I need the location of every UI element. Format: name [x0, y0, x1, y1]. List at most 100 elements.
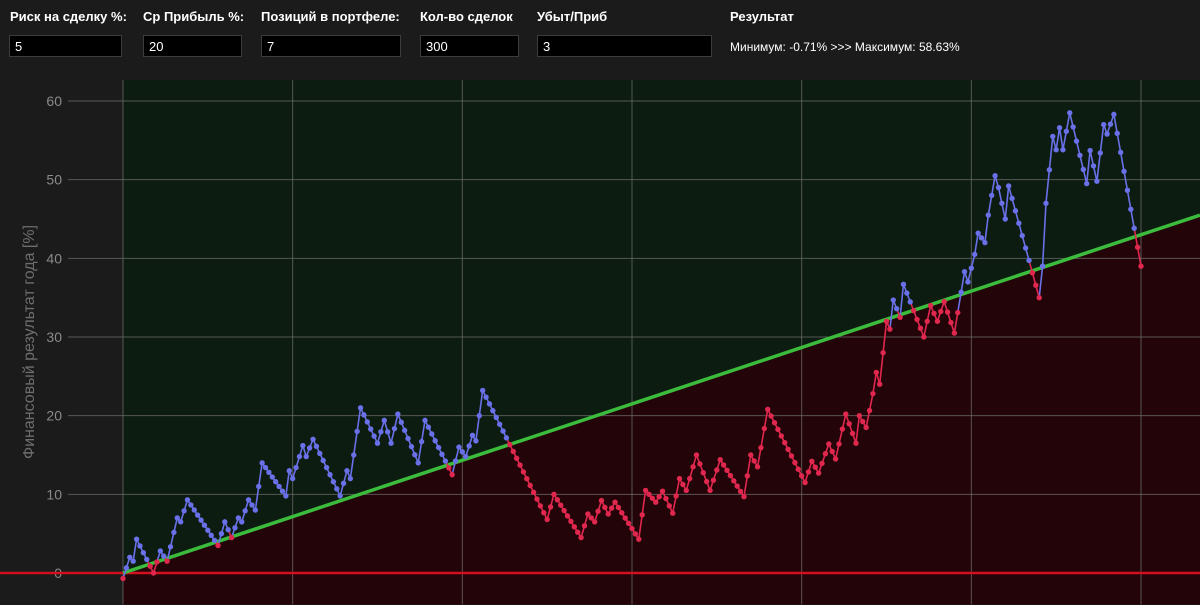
- equity-point: [225, 527, 231, 533]
- y-tick-label: 60: [46, 93, 62, 109]
- equity-point: [975, 230, 981, 236]
- equity-point: [245, 497, 252, 503]
- equity-point: [598, 497, 605, 504]
- equity-point: [1090, 163, 1097, 169]
- equity-point: [1117, 149, 1124, 156]
- risk-label: Риск на сделку %:: [10, 9, 127, 24]
- equity-point: [619, 510, 625, 516]
- equity-point: [666, 503, 673, 509]
- equity-point: [408, 443, 415, 450]
- equity-point: [744, 473, 751, 479]
- equity-point: [921, 334, 927, 340]
- equity-point: [449, 471, 455, 478]
- equity-point: [439, 451, 445, 458]
- equity-point: [425, 424, 432, 430]
- avg-profit-input[interactable]: [143, 35, 242, 57]
- equity-point: [252, 507, 259, 513]
- equity-point: [191, 507, 197, 513]
- y-axis-title: Финансовый результат года [%]: [21, 225, 38, 459]
- trades-count-input[interactable]: [420, 35, 519, 57]
- equity-point: [832, 456, 839, 462]
- equity-point: [754, 464, 761, 470]
- equity-point: [788, 453, 795, 459]
- equity-point: [795, 466, 801, 472]
- equity-point: [785, 446, 791, 452]
- equity-point: [1036, 294, 1042, 301]
- equity-point: [839, 426, 846, 432]
- equity-point: [429, 431, 435, 437]
- equity-point: [334, 486, 340, 492]
- equity-point: [778, 433, 785, 439]
- equity-point: [931, 310, 937, 317]
- equity-point: [897, 314, 903, 321]
- equity-point: [412, 452, 418, 458]
- equity-point: [1050, 133, 1056, 140]
- chart-zones: [123, 80, 1200, 605]
- equity-point: [405, 435, 411, 442]
- equity-point: [310, 436, 316, 442]
- equity-point: [686, 475, 693, 482]
- equity-point: [636, 536, 642, 542]
- equity-point: [1138, 263, 1144, 269]
- equity-point: [459, 449, 466, 455]
- equity-point: [418, 438, 425, 445]
- equity-point: [415, 460, 421, 466]
- equity-point: [731, 478, 737, 484]
- equity-point: [208, 532, 214, 539]
- equity-point: [510, 448, 516, 455]
- equity-point: [608, 505, 615, 511]
- equity-point: [863, 424, 869, 431]
- equity-point: [194, 512, 201, 518]
- y-tick-labels: 0102030405060: [46, 93, 62, 581]
- equity-point: [154, 559, 160, 565]
- equity-point: [659, 488, 666, 494]
- equity-point: [703, 478, 710, 485]
- equity-point: [961, 269, 968, 275]
- positions-input[interactable]: [261, 35, 401, 57]
- equity-point: [432, 438, 438, 444]
- equity-point: [368, 426, 374, 432]
- y-tick-label: 20: [46, 408, 62, 424]
- equity-point: [218, 530, 225, 537]
- equity-point: [880, 350, 886, 356]
- equity-point: [720, 462, 727, 468]
- equity-point: [605, 511, 611, 517]
- equity-point: [167, 544, 174, 550]
- equity-point: [300, 442, 306, 449]
- equity-point: [530, 489, 537, 495]
- equity-point: [568, 518, 574, 525]
- equity-point: [296, 453, 303, 460]
- equity-point: [500, 428, 506, 434]
- equity-point: [239, 519, 245, 525]
- risk-input[interactable]: [9, 35, 122, 57]
- equity-point: [1084, 180, 1090, 187]
- equity-point: [534, 496, 540, 502]
- equity-point: [914, 316, 920, 323]
- equity-point: [941, 298, 947, 305]
- equity-point: [496, 421, 503, 427]
- equity-point: [273, 479, 279, 485]
- equity-point: [313, 443, 320, 450]
- equity-point: [262, 464, 269, 471]
- equity-point: [765, 406, 771, 413]
- equity-point: [822, 450, 829, 457]
- equity-point: [442, 458, 449, 464]
- equity-point: [347, 475, 354, 482]
- equity-point: [374, 440, 381, 446]
- equity-point: [184, 497, 191, 503]
- equity-point: [384, 429, 391, 435]
- equity-point: [1026, 257, 1032, 264]
- equity-point: [615, 504, 622, 511]
- equity-point: [354, 428, 360, 435]
- equity-point: [306, 445, 313, 451]
- y-tick-label: 10: [46, 486, 62, 502]
- equity-point: [398, 419, 404, 425]
- equity-point: [737, 488, 744, 495]
- equity-point: [693, 452, 700, 458]
- equity-point: [992, 173, 998, 179]
- y-tick-label: 50: [46, 172, 62, 188]
- equity-point: [656, 493, 662, 500]
- equity-point: [361, 412, 367, 418]
- equity-point: [591, 519, 598, 525]
- loss-profit-ratio-input[interactable]: [537, 35, 712, 57]
